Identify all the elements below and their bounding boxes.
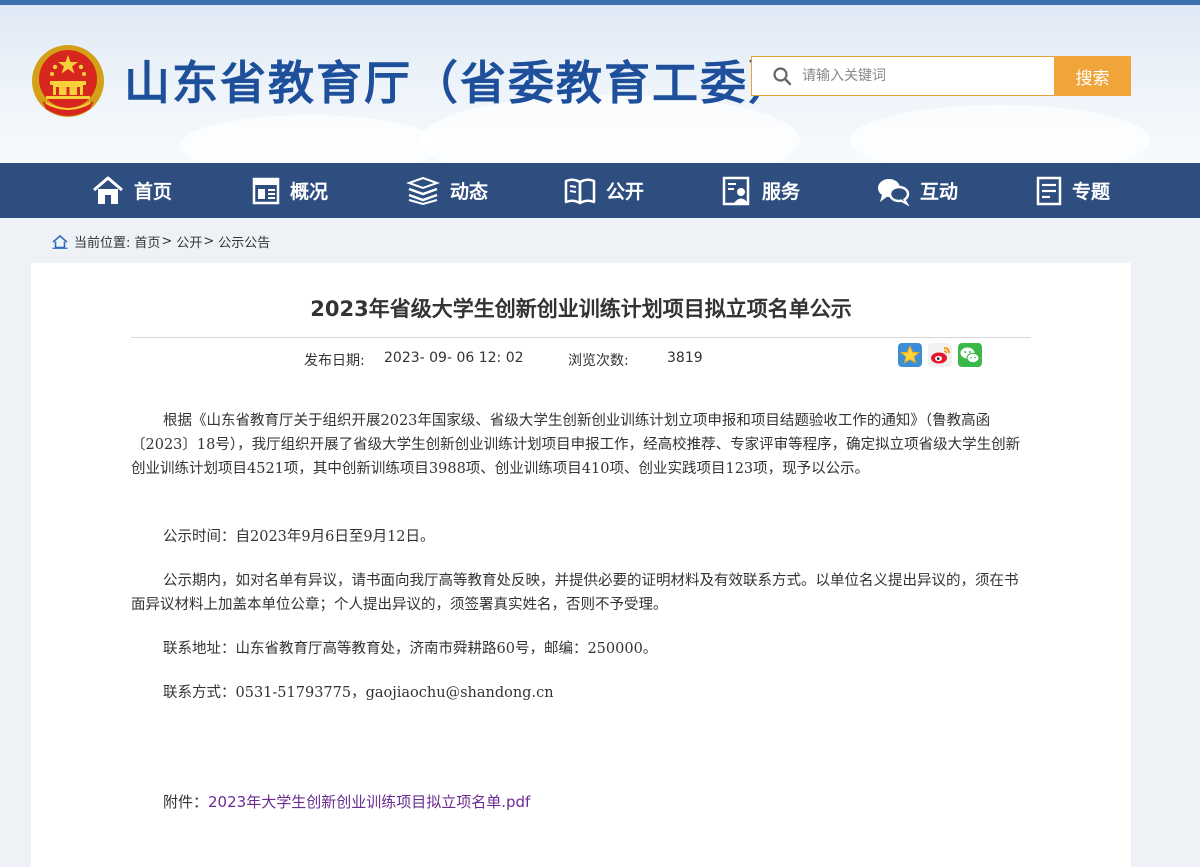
- publish-date-label: 发布日期:: [304, 353, 365, 369]
- nav-label: 动态: [450, 181, 489, 203]
- news-icon: [406, 176, 440, 205]
- main-nav: 首页 概况 动态 公开 服务 互动 专题: [0, 163, 1200, 218]
- publish-date: 2023- 09- 06 12: 02: [384, 350, 524, 366]
- nav-label: 专题: [1072, 181, 1111, 203]
- overview-icon: [252, 177, 280, 204]
- nav-item-home[interactable]: 首页: [92, 163, 172, 218]
- site-title: 山东省教育厅（省委教育工委）: [124, 56, 796, 110]
- breadcrumb-item-public[interactable]: 公开: [176, 232, 202, 251]
- nav-label: 互动: [920, 181, 959, 203]
- views-count: 3819: [667, 350, 703, 366]
- attachment-line: 附件：2023年大学生创新创业训练项目拟立项名单.pdf: [163, 791, 530, 812]
- search-input[interactable]: [802, 65, 1042, 87]
- nav-label: 服务: [762, 181, 801, 203]
- service-icon: [722, 176, 750, 205]
- topic-icon: [1036, 176, 1062, 205]
- attachment-label: 附件：: [163, 793, 209, 811]
- title-divider: [131, 337, 1031, 338]
- article-paragraph: 联系地址：山东省教育厅高等教育处，济南市舜耕路60号，邮编：250000。: [163, 641, 658, 657]
- search-button[interactable]: 搜索: [1054, 56, 1131, 96]
- header-cloud-decoration: [850, 105, 1150, 163]
- home-icon: [93, 176, 123, 204]
- search-icon: [773, 67, 792, 86]
- nav-label: 首页: [134, 181, 173, 203]
- chat-icon: [878, 178, 910, 206]
- qzone-star-icon[interactable]: [898, 343, 922, 367]
- attachment-link[interactable]: 2023年大学生创新创业训练项目拟立项名单.pdf: [208, 793, 530, 811]
- breadcrumb: 当前位置: 首页 > 公开 > 公示公告: [52, 232, 270, 251]
- breadcrumb-item-home[interactable]: 首页: [134, 232, 160, 251]
- nav-item-news[interactable]: 动态: [406, 163, 488, 218]
- breadcrumb-item-announcement[interactable]: 公示公告: [218, 232, 270, 251]
- breadcrumb-separator: >: [203, 234, 215, 249]
- nav-label: 公开: [606, 181, 645, 203]
- article-paragraph: 根据《山东省教育厅关于组织开展2023年国家级、省级大学生创新创业训练计划立项申…: [131, 413, 1021, 477]
- location-home-icon: [52, 234, 68, 249]
- search-box: [751, 56, 1055, 96]
- book-icon: [564, 177, 596, 204]
- nav-item-service[interactable]: 服务: [722, 163, 800, 218]
- nav-item-public[interactable]: 公开: [564, 163, 644, 218]
- breadcrumb-separator: >: [161, 234, 173, 249]
- article-paragraph: 公示时间：自2023年9月6日至9月12日。: [163, 529, 435, 545]
- wechat-icon[interactable]: [958, 343, 982, 367]
- nav-item-overview[interactable]: 概况: [252, 163, 328, 218]
- nav-label: 概况: [290, 181, 329, 203]
- weibo-icon[interactable]: [928, 343, 952, 367]
- header-cloud-decoration: [180, 115, 440, 163]
- nav-item-interact[interactable]: 互动: [876, 163, 958, 218]
- article-title: 2023年省级大学生创新创业训练计划项目拟立项名单公示: [310, 297, 852, 321]
- national-emblem-icon: [32, 45, 104, 117]
- nav-item-topic[interactable]: 专题: [1036, 163, 1110, 218]
- article-paragraph: 联系方式：0531-51793775，gaojiaochu@shandong.c…: [163, 685, 554, 701]
- breadcrumb-prefix: 当前位置:: [74, 236, 131, 251]
- views-label: 浏览次数:: [568, 353, 629, 369]
- article-container: 2023年省级大学生创新创业训练计划项目拟立项名单公示 发布日期: 2023- …: [31, 263, 1131, 867]
- article-paragraph: 公示期内，如对名单有异议，请书面向我厅高等教育处反映，并提供必要的证明材料及有效…: [131, 573, 1019, 613]
